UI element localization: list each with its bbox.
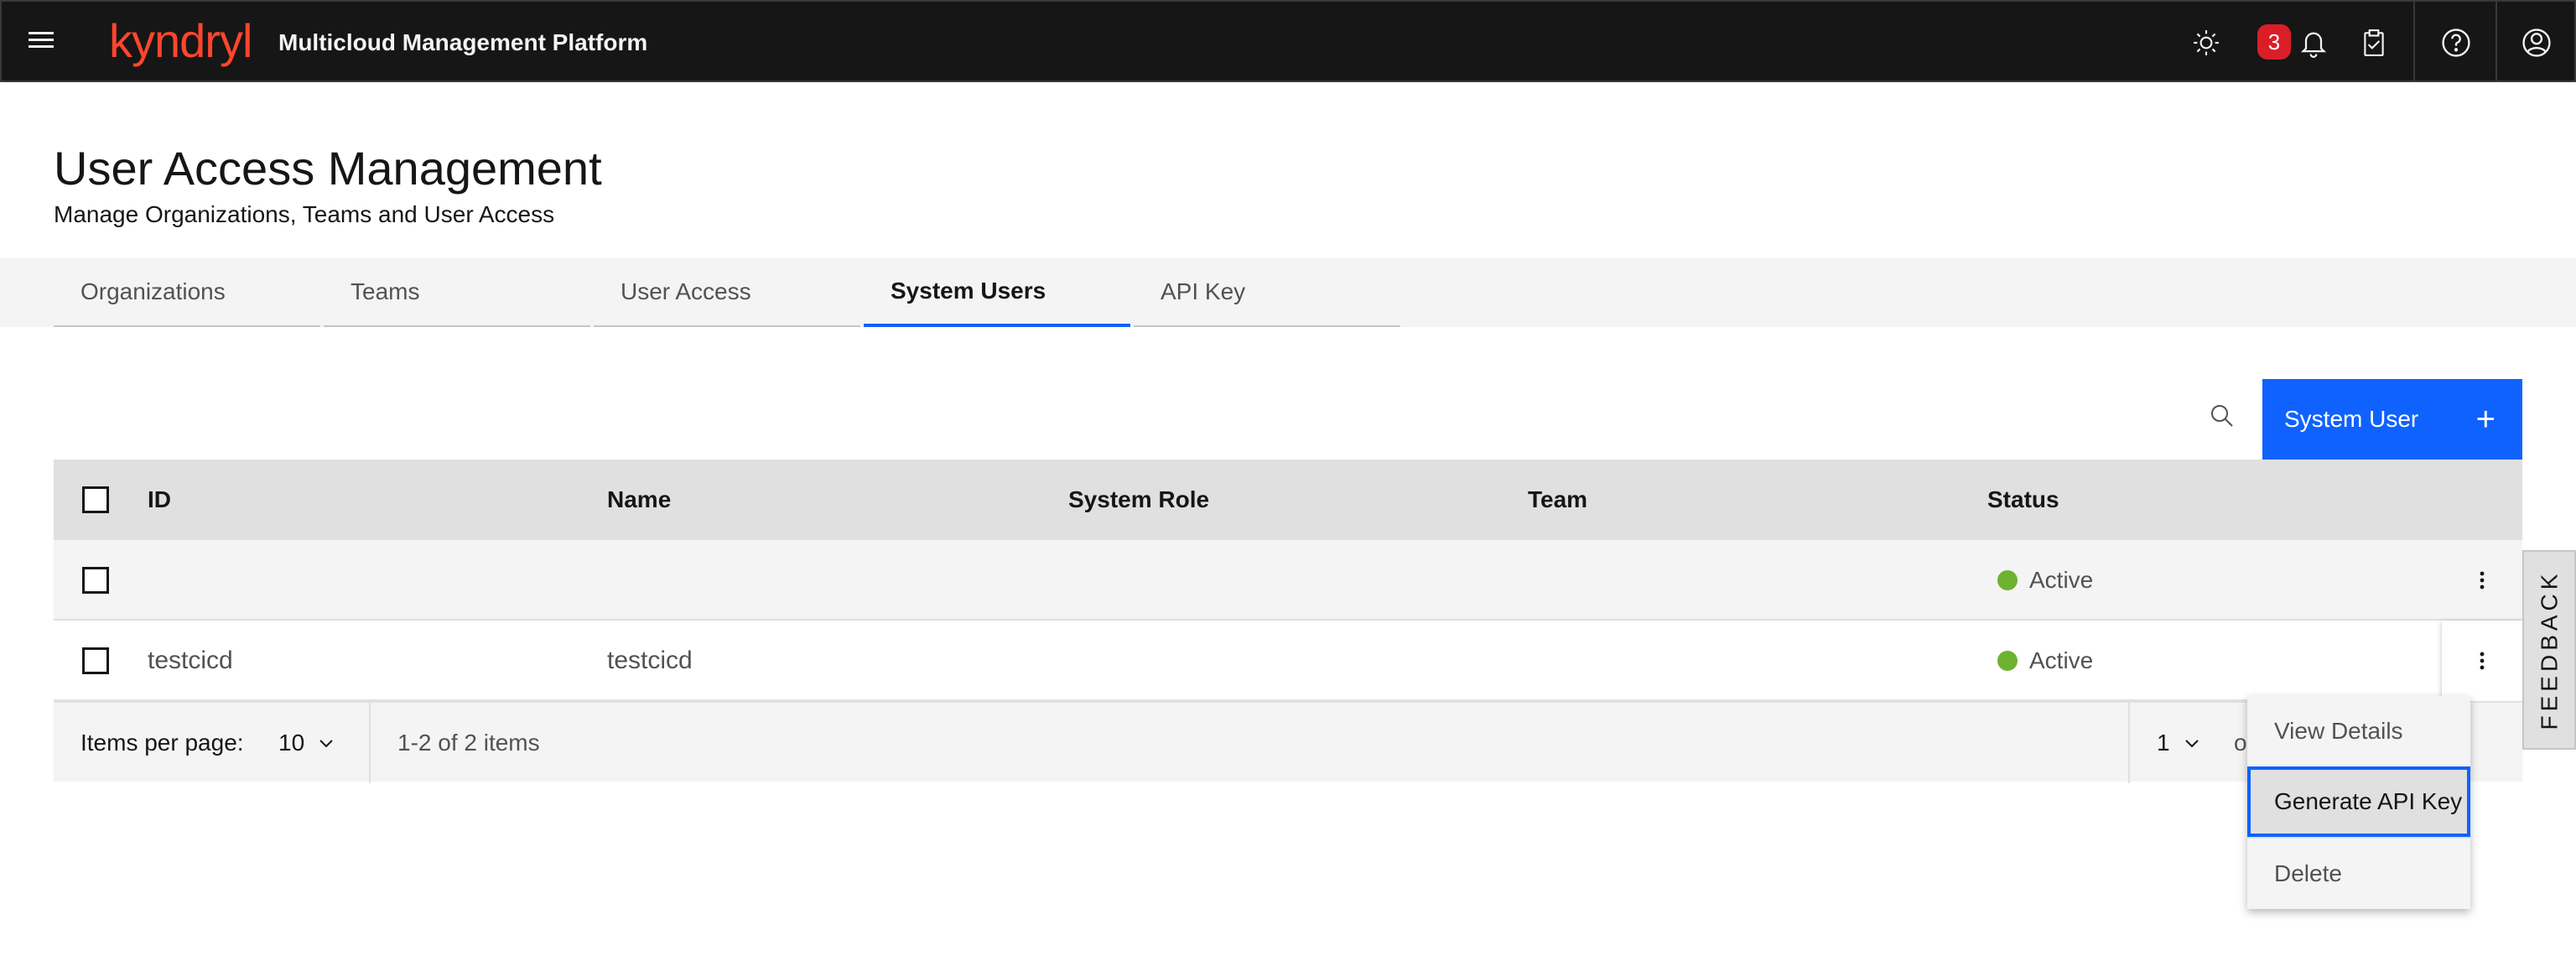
table-header-row: ID Name System Role Team Status	[54, 460, 2522, 540]
status-active-dot-icon	[1997, 651, 2018, 671]
column-header-team[interactable]: Team	[1528, 460, 1587, 540]
theme-toggle-sun-icon[interactable]	[2185, 22, 2227, 64]
tab-organizations[interactable]: Organizations	[54, 258, 320, 327]
top-header: kyndryl Multicloud Management Platform 3	[0, 0, 2576, 82]
pagination-divider	[2128, 703, 2130, 783]
row-checkbox[interactable]	[82, 567, 109, 594]
column-header-status[interactable]: Status	[1987, 460, 2059, 540]
table-row[interactable]: testcicd testcicd Active	[54, 621, 2522, 701]
menu-item-view-details[interactable]: View Details	[2247, 696, 2470, 766]
page-of-text: o	[2234, 730, 2247, 756]
status-label: Active	[2029, 647, 2094, 673]
select-all-checkbox[interactable]	[82, 486, 109, 513]
table-pagination: Items per page: 10 1-2 of 2 items 1 o	[54, 701, 2522, 783]
tab-strip: Organizations Teams User Access System U…	[0, 258, 2576, 327]
tab-system-users[interactable]: System Users	[864, 258, 1130, 327]
page-value: 1	[2157, 730, 2170, 756]
status-label: Active	[2029, 567, 2094, 593]
feedback-label: FEEDBACK	[2536, 569, 2562, 730]
bell-icon[interactable]	[2293, 22, 2334, 64]
row-overflow-menu-icon[interactable]	[2442, 621, 2522, 701]
tab-teams[interactable]: Teams	[324, 258, 590, 327]
menu-item-generate-api-key[interactable]: Generate API Key	[2247, 766, 2470, 837]
app-title: Multicloud Management Platform	[278, 29, 648, 55]
header-divider	[2413, 2, 2415, 82]
status-active-dot-icon	[1997, 570, 2018, 590]
chevron-down-icon	[319, 740, 333, 748]
cell-status: Active	[1987, 540, 2093, 621]
notification-count-badge: 3	[2257, 24, 2291, 60]
items-per-page-label: Items per page:	[80, 730, 244, 756]
table-row[interactable]: Active	[54, 540, 2522, 621]
help-icon[interactable]	[2435, 22, 2477, 64]
row-actions-menu: View Details Generate API Key Delete	[2247, 696, 2470, 909]
tab-user-access[interactable]: User Access	[594, 258, 860, 327]
add-system-user-button[interactable]: System User +	[2262, 379, 2522, 460]
header-divider	[2496, 2, 2497, 82]
row-overflow-menu-icon[interactable]	[2442, 540, 2522, 621]
column-header-name[interactable]: Name	[607, 460, 671, 540]
kyndryl-logo[interactable]: kyndryl	[109, 12, 252, 70]
tab-api-key[interactable]: API Key	[1134, 258, 1400, 327]
user-avatar-icon[interactable]	[2516, 22, 2558, 64]
page-title: User Access Management	[54, 142, 602, 195]
cell-name: testcicd	[607, 647, 693, 674]
add-system-user-label: System User	[2284, 406, 2419, 432]
clipboard-check-icon[interactable]	[2353, 22, 2395, 64]
column-header-id[interactable]: ID	[148, 460, 171, 540]
pagination-divider	[369, 703, 371, 783]
search-icon[interactable]	[2200, 394, 2244, 438]
page-subtitle: Manage Organizations, Teams and User Acc…	[54, 201, 555, 227]
system-users-table: ID Name System Role Team Status Active t…	[54, 460, 2522, 783]
page-select[interactable]: 1	[2157, 703, 2202, 783]
items-per-page-select[interactable]: 10	[278, 703, 336, 783]
menu-item-delete[interactable]: Delete	[2247, 839, 2470, 909]
row-checkbox[interactable]	[82, 647, 109, 674]
cell-status: Active	[1987, 621, 2093, 701]
items-range-text: 1-2 of 2 items	[397, 730, 540, 756]
chevron-down-icon	[2184, 740, 2199, 748]
items-per-page-value: 10	[278, 730, 305, 756]
hamburger-menu-icon[interactable]	[25, 27, 59, 57]
cell-id: testcicd	[148, 647, 233, 674]
column-header-system-role[interactable]: System Role	[1068, 460, 1209, 540]
feedback-button[interactable]: FEEDBACK	[2522, 550, 2576, 750]
plus-icon: +	[2475, 401, 2496, 438]
